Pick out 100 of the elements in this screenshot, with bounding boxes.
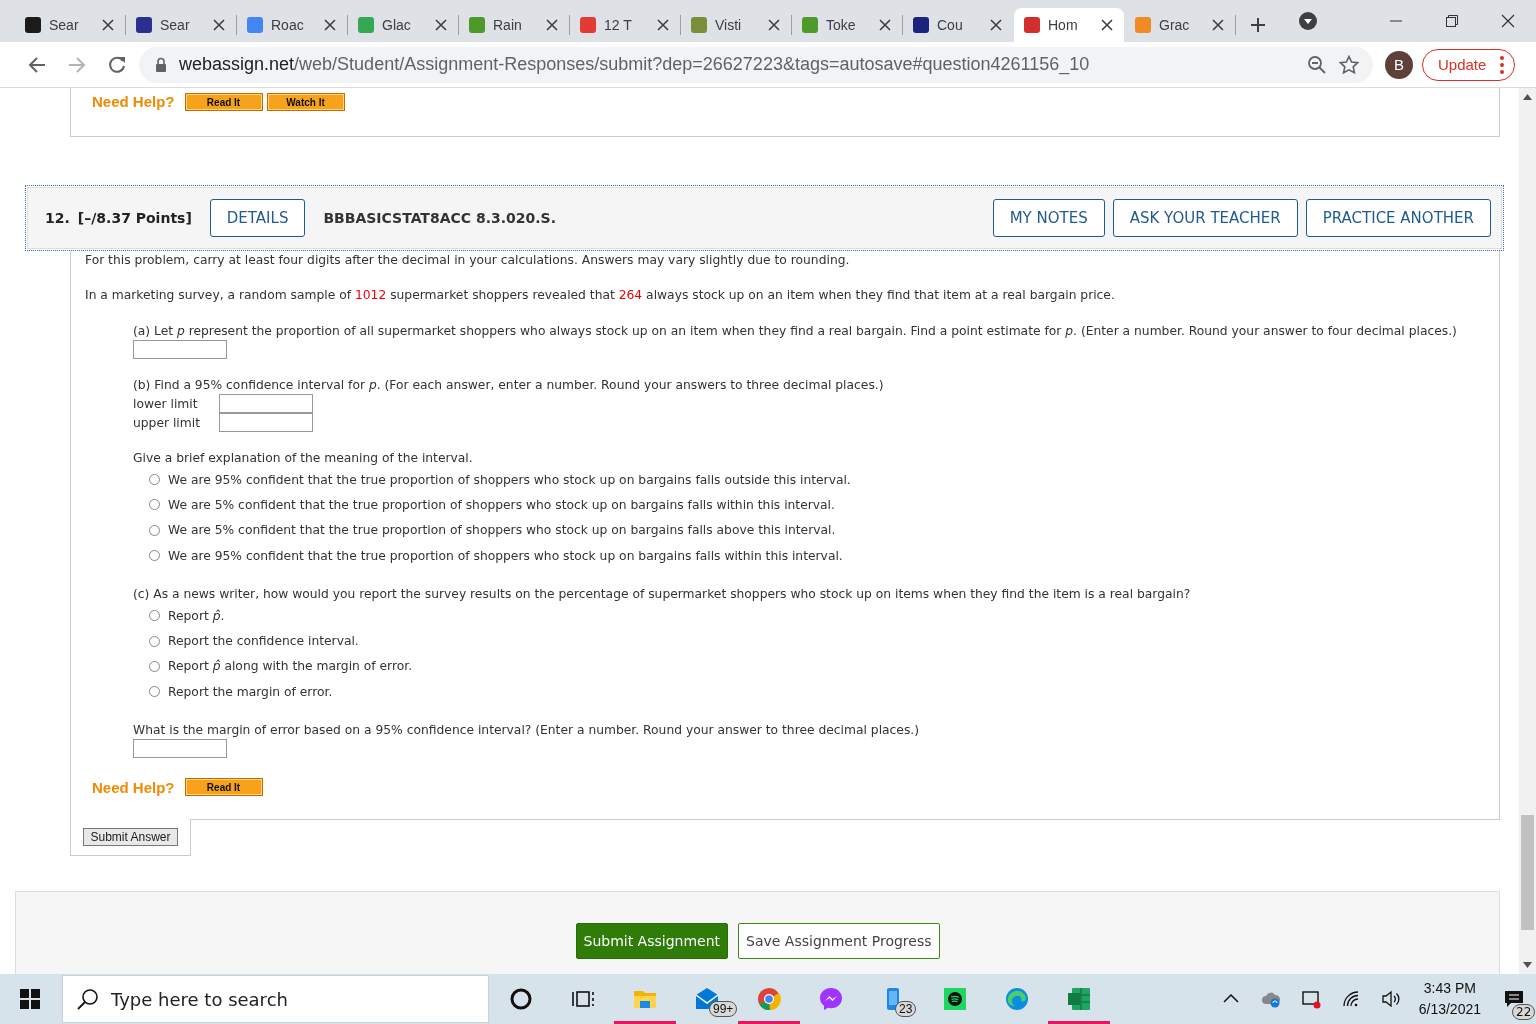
close-icon[interactable] [434, 18, 448, 32]
action-button[interactable]: MY NOTES [992, 199, 1105, 237]
tab-title: Cou [937, 17, 964, 33]
browser-tab[interactable]: Visti [681, 8, 791, 42]
browser-tab[interactable]: Sear [15, 8, 125, 42]
field-label: lower limit [133, 396, 199, 411]
tab-title: Hom [1048, 17, 1079, 33]
url-text: webassign.net/web/Student/Assignment-Responses/submit?dep=26627223&tags=autosave#question4261156_10 [179, 54, 1091, 75]
radio-button[interactable] [149, 635, 160, 647]
screen-icon[interactable] [1300, 989, 1321, 1009]
browser-tab[interactable]: Grac [1125, 8, 1235, 42]
update-button[interactable]: Update [1422, 48, 1516, 81]
close-icon[interactable] [1501, 14, 1515, 28]
radio-button[interactable] [149, 474, 160, 486]
browser-tab[interactable]: Sear [126, 8, 236, 42]
browser-tab[interactable]: Cou [903, 8, 1013, 42]
profile-avatar[interactable]: B [1385, 50, 1413, 79]
scrollbar-thumb[interactable] [1521, 815, 1534, 930]
close-icon[interactable] [989, 18, 1003, 32]
wifi-icon[interactable] [1340, 989, 1361, 1009]
help-button[interactable]: Watch It [266, 93, 345, 111]
more-icon [1500, 55, 1505, 74]
volume-icon[interactable] [1380, 989, 1401, 1009]
problem-text: In a marketing survey, a random sample of 1012 supermarket shoppers revealed that 264 always stock up on an item when they find that item at a real bargain price. [85, 287, 1116, 304]
question-text: What is the margin of error based on a 95% confidence interval? (Enter a number. Round your answer to three decimal places.) [133, 722, 921, 740]
close-icon[interactable] [656, 18, 670, 32]
submit-assignment-button[interactable]: Submit Assignment [575, 923, 729, 959]
clock-date: 6/13/2021 [1418, 1000, 1481, 1019]
radio-button[interactable] [149, 610, 160, 622]
browser-tab[interactable]: Roac [237, 8, 347, 42]
close-icon[interactable] [878, 18, 892, 32]
help-button[interactable]: Read It [184, 778, 263, 797]
browser-icon [757, 987, 781, 1011]
save-progress-button[interactable]: Save Assignment Progress [738, 923, 940, 959]
close-icon[interactable] [545, 18, 559, 32]
browser-tab[interactable]: Toke [792, 8, 902, 42]
tab-title: Grac [1159, 17, 1191, 33]
scroll-up-icon[interactable] [1523, 94, 1532, 100]
action-button[interactable]: PRACTICE ANOTHER [1305, 199, 1491, 237]
submit-answer-button[interactable]: Submit Answer [83, 828, 178, 846]
notifications-button[interactable]: 22 [1492, 974, 1536, 1024]
message-icon [1504, 990, 1524, 1008]
radio-button[interactable] [149, 524, 160, 536]
new-tab-icon[interactable] [1250, 17, 1266, 33]
answer-field[interactable] [133, 739, 227, 759]
help-button[interactable]: Read It [184, 93, 263, 111]
answer-field[interactable] [219, 394, 313, 413]
close-icon[interactable] [101, 18, 115, 32]
search-placeholder: Type here to search [111, 988, 288, 1010]
option-text: We are 5% confident that the true proportion of shoppers who stock up on bargains falls within this interval. [168, 497, 835, 512]
browser-tab[interactable]: Hom [1014, 8, 1124, 42]
count-badge: 22 [1512, 1004, 1536, 1020]
tab-search-icon[interactable] [1298, 11, 1318, 31]
radio-button[interactable] [149, 499, 160, 511]
browser-tab[interactable]: 12 T [570, 8, 680, 42]
close-icon[interactable] [323, 18, 337, 32]
question-text: (b) Find a 95% confidence interval for p. (For each answer, enter a number. Round your answers to three decimal places.) [133, 377, 885, 394]
taskbar-button[interactable]: 99+ [676, 974, 738, 1024]
tab-title: Toke [826, 17, 857, 33]
radio-button[interactable] [149, 550, 160, 562]
taskbar-button[interactable]: 23 [862, 974, 924, 1024]
scroll-down-icon[interactable] [1523, 962, 1532, 968]
instruction-text: For this problem, carry at least four digits after the decimal in your calculations. Answers may vary slightly due to rounding. [85, 252, 851, 269]
restore-icon[interactable] [1446, 15, 1458, 27]
radio-button[interactable] [149, 686, 160, 698]
reload-icon[interactable] [107, 54, 127, 75]
taskbar-search-field[interactable]: Type here to search [62, 975, 489, 1023]
details-button[interactable]: DETAILS [209, 199, 306, 237]
address-bar[interactable]: webassign.net/web/Student/Assignment-Responses/submit?dep=26627223&tags=autosave#question4261156_10 [139, 46, 1373, 83]
option-text: Report p̂ along with the margin of error. [168, 659, 413, 674]
tab-title: Glac [382, 17, 412, 33]
question-text: (c) As a news writer, how would you report the survey results on the percentage of supermarket shoppers who stock up on items when they find the item is a real bargain? [133, 586, 1192, 604]
spreadsheet-icon [1067, 987, 1091, 1011]
browser-tab[interactable]: Rain [459, 8, 569, 42]
wave-browser-icon [1005, 987, 1029, 1011]
answer-field[interactable] [219, 413, 313, 432]
tab-title: Visti [715, 17, 743, 33]
close-icon[interactable] [1100, 18, 1114, 32]
zoom-out-icon[interactable] [1307, 54, 1327, 75]
clock-time: 3:43 PM [1423, 979, 1476, 998]
browser-tab[interactable]: Glac [348, 8, 458, 42]
action-button[interactable]: ASK YOUR TEACHER [1112, 199, 1298, 237]
option-text: Report the margin of error. [168, 684, 333, 699]
answer-field[interactable] [133, 340, 227, 359]
back-icon[interactable] [27, 54, 47, 75]
question-text: Give a brief explanation of the meaning of the interval. [133, 450, 474, 467]
question-number: 12. [45, 210, 70, 226]
music-app-icon [943, 987, 967, 1011]
lock-icon [155, 57, 167, 72]
windows-start-icon[interactable] [20, 989, 40, 1009]
need-help-label: Need Help? [92, 93, 175, 110]
scrollbar[interactable] [1519, 88, 1536, 974]
close-icon[interactable] [1211, 18, 1225, 32]
radio-button[interactable] [149, 660, 160, 672]
search-icon [77, 988, 99, 1010]
tab-title: 12 T [604, 17, 633, 33]
option-text: We are 95% confident that the true proportion of shoppers who stock up on bargains falls outside this interval. [168, 472, 851, 487]
close-icon[interactable] [767, 18, 781, 32]
close-icon[interactable] [212, 18, 226, 32]
star-icon[interactable] [1339, 54, 1359, 75]
